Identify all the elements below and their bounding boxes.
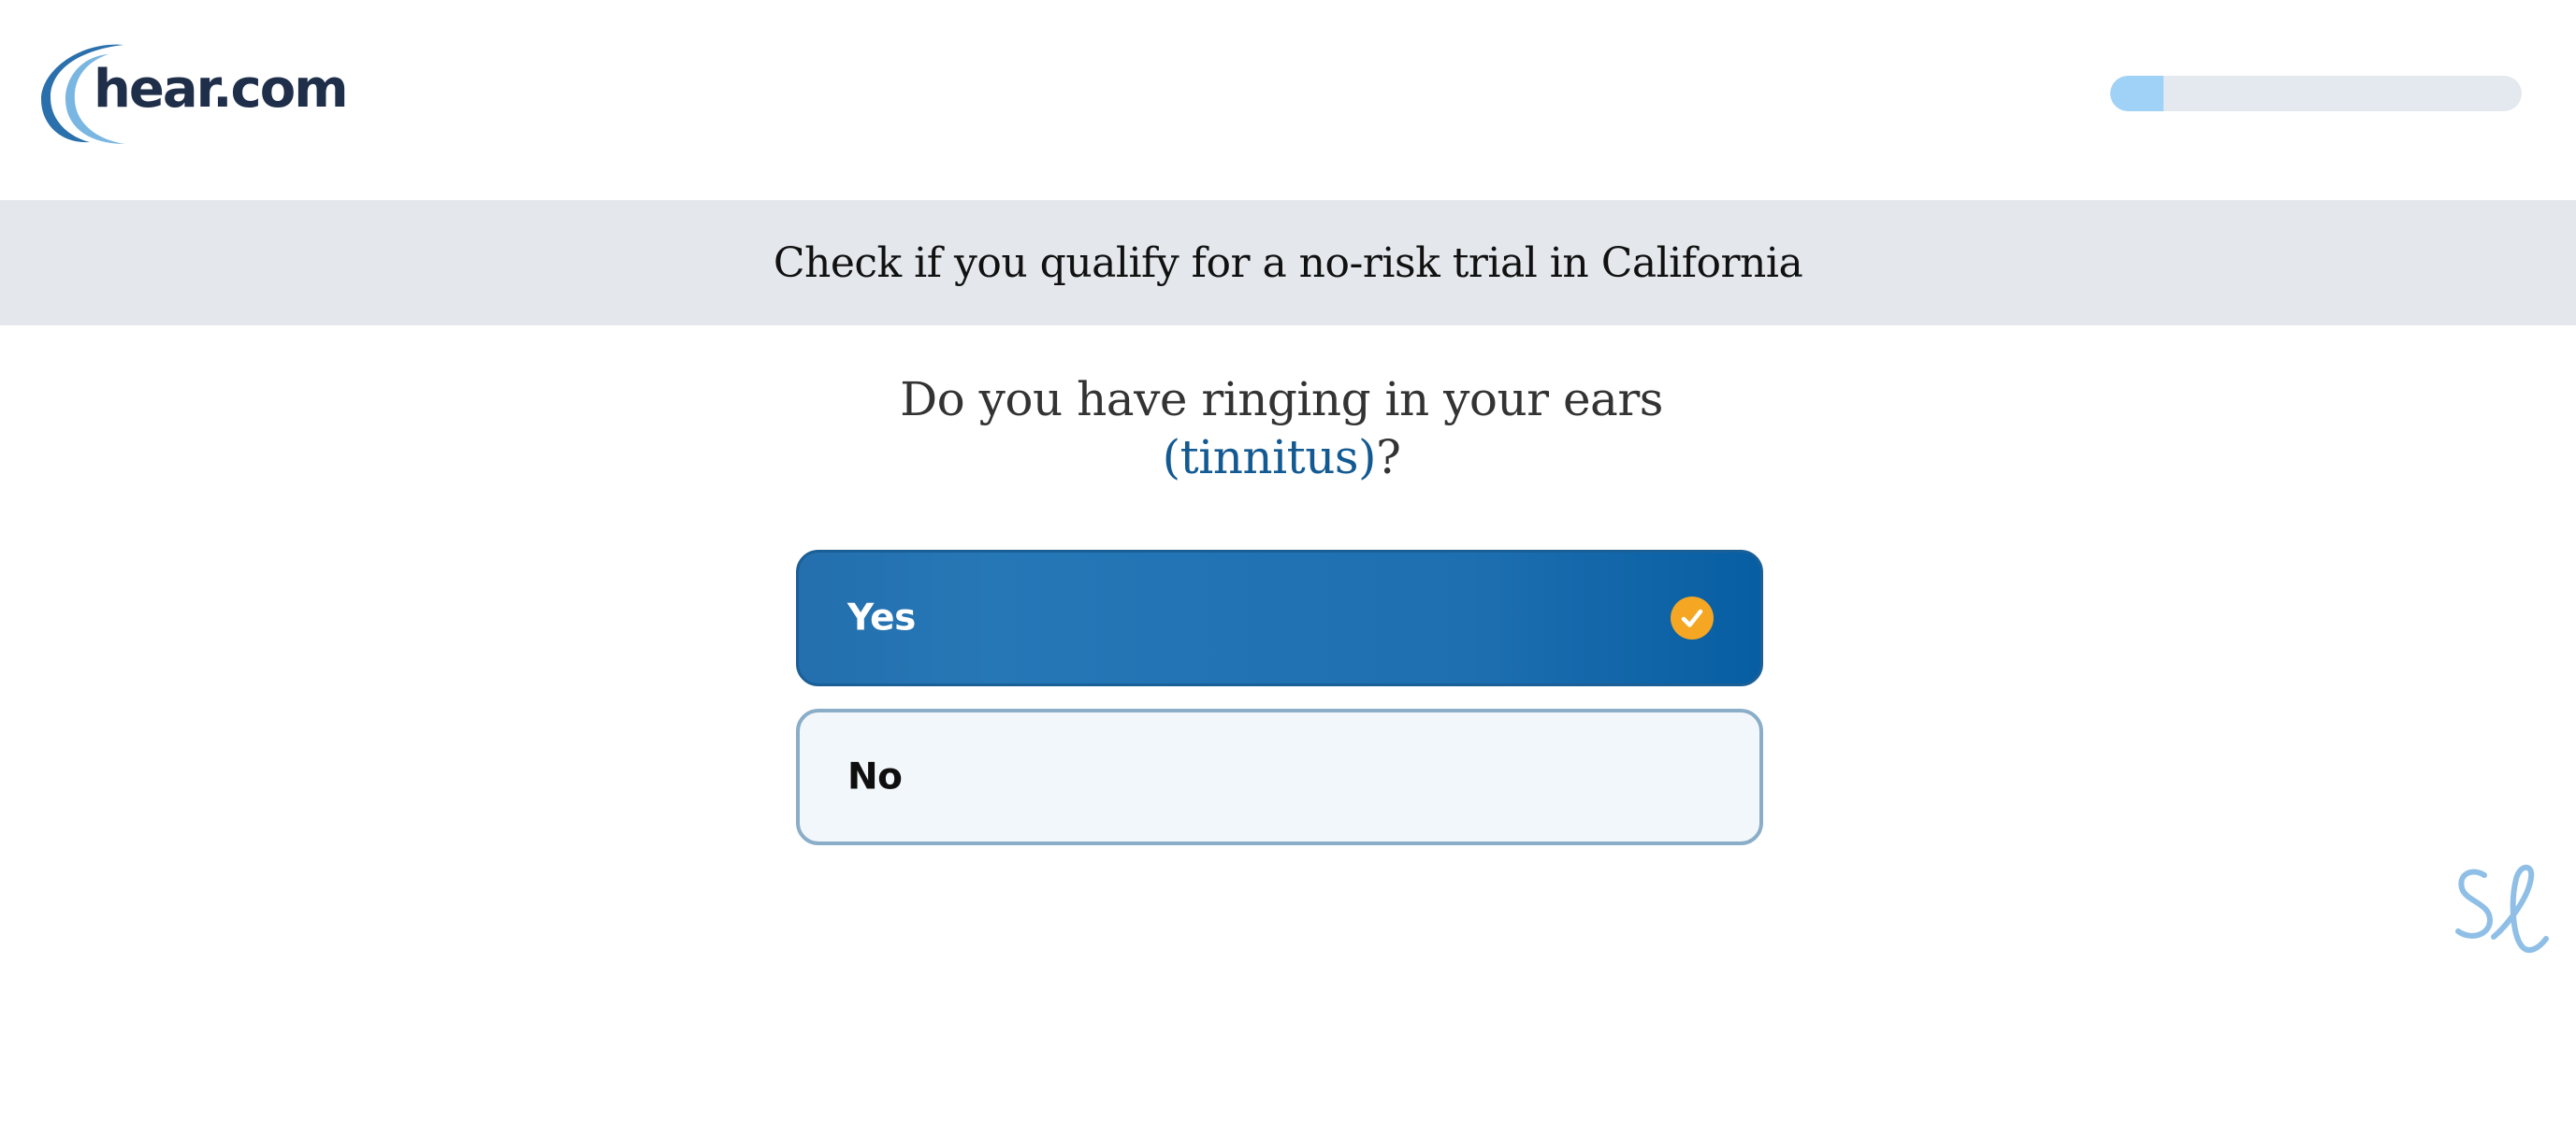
signature-icon xyxy=(2455,864,2549,954)
header: hear.com xyxy=(0,0,2576,200)
question-line2: (tinnitus)? xyxy=(0,428,2563,486)
logo[interactable]: hear.com xyxy=(37,43,349,148)
answer-no-label: No xyxy=(847,755,903,798)
tinnitus-term[interactable]: (tinnitus) xyxy=(1163,430,1377,484)
question-suffix: ? xyxy=(1376,430,1401,484)
progress-fill xyxy=(2110,76,2164,111)
question-line1: Do you have ringing in your ears xyxy=(900,372,1663,426)
progress-bar xyxy=(2110,76,2522,111)
banner-text: Check if you qualify for a no-risk trial… xyxy=(773,238,1803,287)
answer-no-button[interactable]: No xyxy=(796,709,1763,845)
answer-yes-label: Yes xyxy=(847,597,916,640)
answer-yes-button[interactable]: Yes xyxy=(796,550,1763,686)
checkmark-icon xyxy=(1671,597,1714,640)
logo-text: hear.com xyxy=(94,59,349,120)
qualify-banner: Check if you qualify for a no-risk trial… xyxy=(0,200,2576,325)
question-title: Do you have ringing in your ears (tinnit… xyxy=(0,370,2563,486)
